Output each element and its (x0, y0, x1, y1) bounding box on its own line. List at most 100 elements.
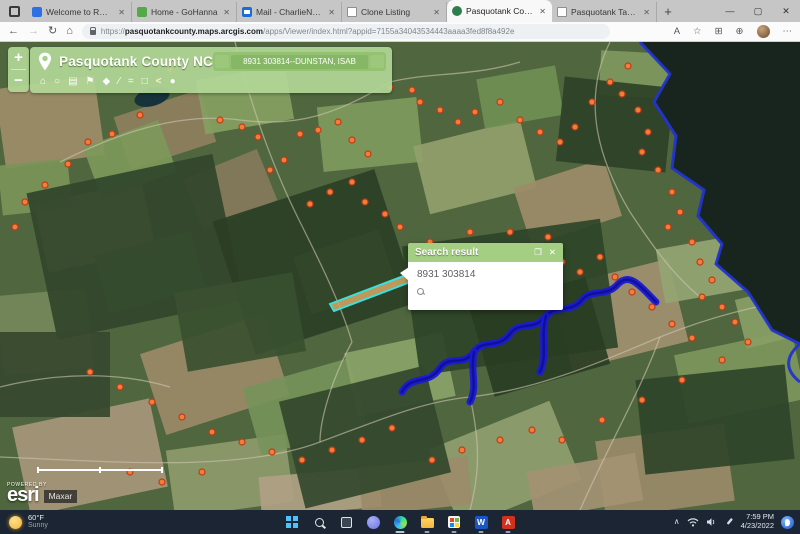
map-marker[interactable] (217, 117, 223, 123)
taskbar-search-button[interactable] (312, 515, 326, 529)
store-button[interactable] (447, 515, 461, 529)
search-input[interactable]: 8931 303814--DUNSTAN, ISAB (231, 55, 368, 69)
close-tab-icon[interactable]: ✕ (432, 8, 441, 17)
wifi-icon[interactable] (687, 517, 699, 527)
map-search-box[interactable]: 8931 303814--DUNSTAN, ISAB (213, 52, 386, 71)
zoom-to-icon[interactable] (417, 288, 425, 296)
bookmark-icon[interactable]: ⚑ (86, 77, 95, 87)
map-marker[interactable] (109, 131, 115, 137)
map-marker[interactable] (559, 437, 565, 443)
map-marker[interactable] (117, 384, 123, 390)
map-marker[interactable] (179, 414, 185, 420)
home-button[interactable]: ⌂ (66, 26, 73, 37)
map-marker[interactable] (297, 131, 303, 137)
map-marker[interactable] (365, 151, 371, 157)
start-button[interactable] (285, 515, 299, 529)
map-marker[interactable] (669, 189, 675, 195)
map-marker[interactable] (649, 304, 655, 310)
edge-button[interactable] (393, 515, 407, 529)
map-marker[interactable] (137, 112, 143, 118)
map-marker[interactable] (389, 425, 395, 431)
new-tab-button[interactable]: + (657, 2, 679, 22)
map-marker[interactable] (629, 289, 635, 295)
map-marker[interactable] (732, 319, 738, 325)
home-icon[interactable]: ⌂ (40, 77, 46, 87)
map-marker[interactable] (599, 417, 605, 423)
map-marker[interactable] (397, 224, 403, 230)
forward-button[interactable]: → (28, 26, 39, 37)
close-tab-icon[interactable]: ✕ (117, 8, 126, 17)
minimize-button[interactable]: — (716, 0, 744, 22)
tab-tax-card[interactable]: Pasquotank Tax Card ✕ (552, 2, 657, 22)
volume-icon[interactable] (706, 517, 717, 527)
map-marker[interactable] (382, 211, 388, 217)
map-marker[interactable] (572, 124, 578, 130)
map-marker[interactable] (429, 457, 435, 463)
search-submit[interactable] (370, 55, 384, 68)
map-marker[interactable] (472, 109, 478, 115)
map-marker[interactable] (655, 167, 661, 173)
map-marker[interactable] (639, 397, 645, 403)
map-viewport[interactable]: + − Pasquotank County NC 8931 303814--DU… (0, 42, 800, 510)
acrobat-button[interactable]: A (501, 515, 515, 529)
map-marker[interactable] (315, 127, 321, 133)
map-marker[interactable] (669, 321, 675, 327)
map-marker[interactable] (679, 377, 685, 383)
zoom-out-button[interactable]: − (8, 70, 29, 92)
map-marker[interactable] (299, 457, 305, 463)
maximize-button[interactable]: ▢ (744, 0, 772, 22)
popup-close-icon[interactable]: ✕ (549, 248, 556, 257)
popup-header[interactable]: Search result ❐ ✕ (408, 243, 563, 262)
map-marker[interactable] (409, 87, 415, 93)
map-marker[interactable] (239, 124, 245, 130)
tab-home-gohanna[interactable]: Home - GoHanna ✕ (132, 2, 237, 22)
map-marker[interactable] (635, 107, 641, 113)
map-marker[interactable] (709, 277, 715, 283)
map-marker[interactable] (577, 269, 583, 275)
basemap-icon[interactable]: ○ (54, 77, 60, 87)
read-aloud-icon[interactable]: A (674, 26, 680, 37)
esri-logo[interactable]: esri (7, 488, 39, 503)
tab-pasquotank-county[interactable]: Pasquotank County NC ✕ (447, 0, 552, 22)
map-marker[interactable] (619, 91, 625, 97)
tab-mail[interactable]: Mail - CharlieNewsome: ✕ (237, 2, 342, 22)
close-tab-icon[interactable]: ✕ (538, 7, 547, 16)
map-marker[interactable] (269, 449, 275, 455)
map-marker[interactable] (517, 117, 523, 123)
map-marker[interactable] (335, 119, 341, 125)
map-marker[interactable] (697, 259, 703, 265)
draw-icon[interactable]: = (128, 77, 134, 87)
legend-icon[interactable]: ◆ (103, 77, 111, 87)
map-marker[interactable] (199, 469, 205, 475)
map-marker[interactable] (349, 137, 355, 143)
zoom-in-button[interactable]: + (8, 47, 29, 69)
popup-maximize-icon[interactable]: ❐ (534, 248, 542, 257)
map-marker[interactable] (12, 224, 18, 230)
map-marker[interactable] (22, 199, 28, 205)
share-icon[interactable]: < (156, 77, 162, 87)
map-marker[interactable] (209, 429, 215, 435)
map-marker[interactable] (349, 179, 355, 185)
map-marker[interactable] (719, 304, 725, 310)
map-marker[interactable] (625, 63, 631, 69)
taskbar-clock[interactable]: 7:59 PM 4/23/2022 (741, 513, 774, 530)
refresh-button[interactable]: ↻ (48, 26, 57, 37)
map-marker[interactable] (507, 229, 513, 235)
map-marker[interactable] (159, 479, 165, 485)
back-button[interactable]: ← (8, 26, 19, 37)
print-icon[interactable]: □ (142, 77, 148, 87)
map-marker[interactable] (529, 427, 535, 433)
map-marker[interactable] (359, 437, 365, 443)
task-view-button[interactable] (339, 515, 353, 529)
map-marker[interactable] (281, 157, 287, 163)
map-marker[interactable] (467, 229, 473, 235)
map-marker[interactable] (255, 134, 261, 140)
search-dropdown[interactable] (215, 55, 229, 68)
close-tab-icon[interactable]: ✕ (327, 8, 336, 17)
map-marker[interactable] (437, 107, 443, 113)
map-marker[interactable] (85, 139, 91, 145)
map-marker[interactable] (417, 99, 423, 105)
map-marker[interactable] (455, 119, 461, 125)
layers-icon[interactable]: ▤ (68, 77, 77, 87)
map-marker[interactable] (362, 199, 368, 205)
